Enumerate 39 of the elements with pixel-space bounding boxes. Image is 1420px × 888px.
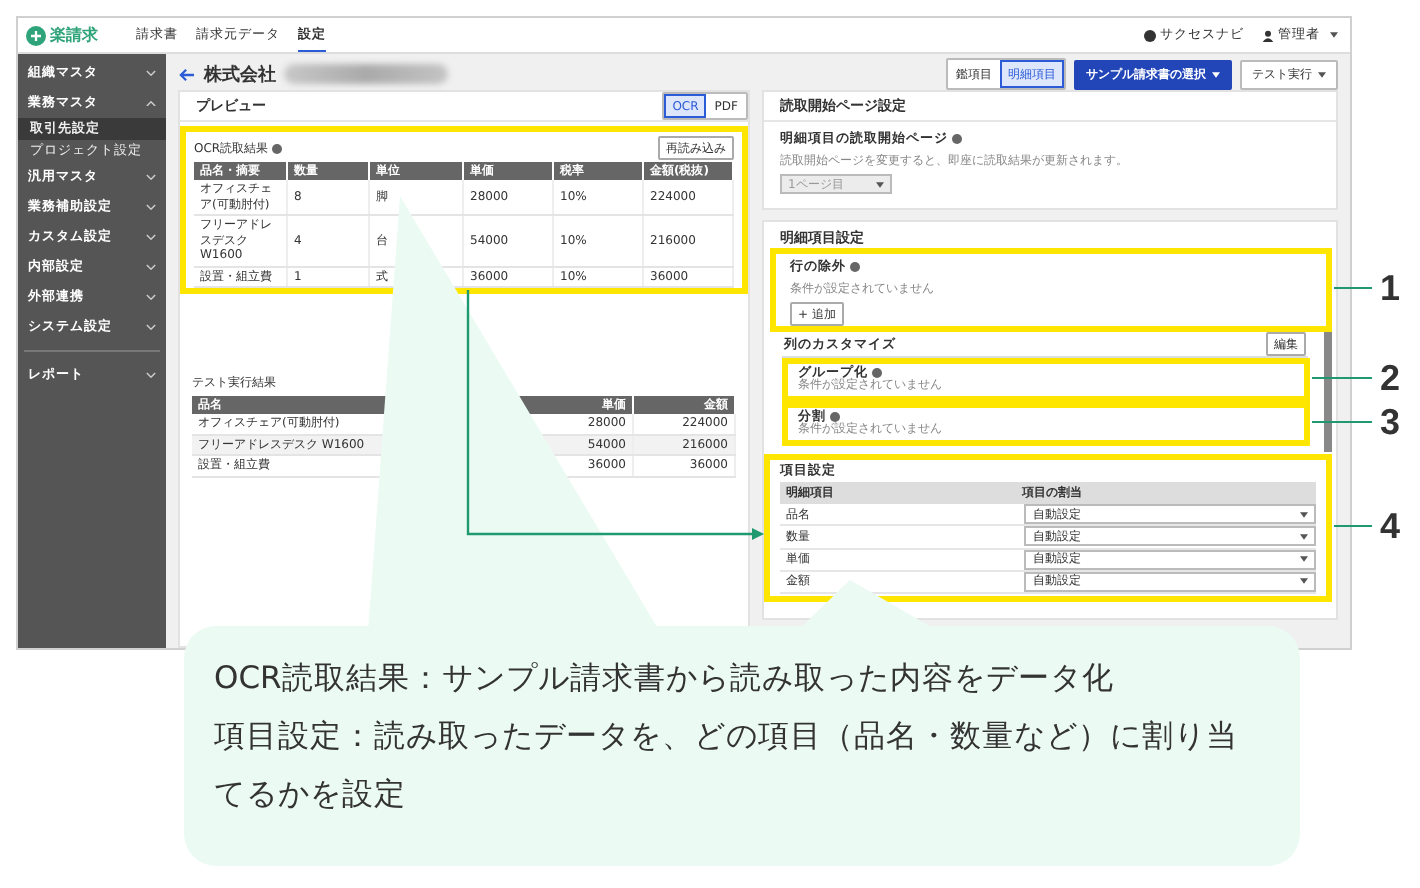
help-icon — [272, 143, 283, 153]
caret-icon — [1300, 511, 1308, 518]
chevron-icon — [146, 323, 156, 331]
chevron-icon — [146, 293, 156, 301]
app-logo: 楽請求 — [50, 24, 98, 46]
caret-icon — [1330, 32, 1338, 38]
help-icon — [850, 262, 860, 272]
callout-number: 2 — [1380, 356, 1401, 400]
callout-number: 4 — [1380, 504, 1401, 548]
caret-icon — [1212, 71, 1220, 77]
callout-number: 3 — [1380, 400, 1401, 444]
help-icon — [952, 134, 962, 144]
caret-icon — [876, 181, 884, 187]
chevron-icon — [146, 233, 156, 241]
caret-icon — [1300, 556, 1308, 563]
caret-icon — [1318, 71, 1326, 77]
user-icon — [1262, 29, 1274, 41]
help-icon — [830, 412, 840, 423]
chevron-icon — [146, 203, 156, 211]
chevron-icon — [146, 263, 156, 271]
chevron-icon — [146, 371, 156, 379]
caret-icon — [1300, 578, 1308, 585]
callout-text: 項目設定：読み取ったデータを、どの項目（品名・数量など）に割り当てるかを設定 — [214, 716, 1240, 816]
logo-icon — [26, 25, 46, 45]
back-arrow-icon[interactable] — [178, 67, 196, 81]
help-icon — [872, 368, 882, 379]
help-icon — [1144, 29, 1156, 41]
leader-line — [1333, 525, 1373, 527]
chevron-icon — [146, 69, 156, 77]
callout-text: OCR読取結果：サンプル請求書から読み取った内容をデータ化 — [214, 658, 1116, 700]
chevron-icon — [146, 99, 156, 107]
chevron-icon — [146, 173, 156, 181]
caret-icon — [1300, 533, 1308, 540]
page-title: 株式会社 — [204, 62, 276, 87]
scrollbar[interactable] — [1324, 332, 1332, 452]
callout-number: 1 — [1380, 266, 1401, 310]
leader-line — [1311, 377, 1373, 379]
leader-line — [1311, 421, 1373, 423]
leader-line — [1333, 287, 1373, 289]
